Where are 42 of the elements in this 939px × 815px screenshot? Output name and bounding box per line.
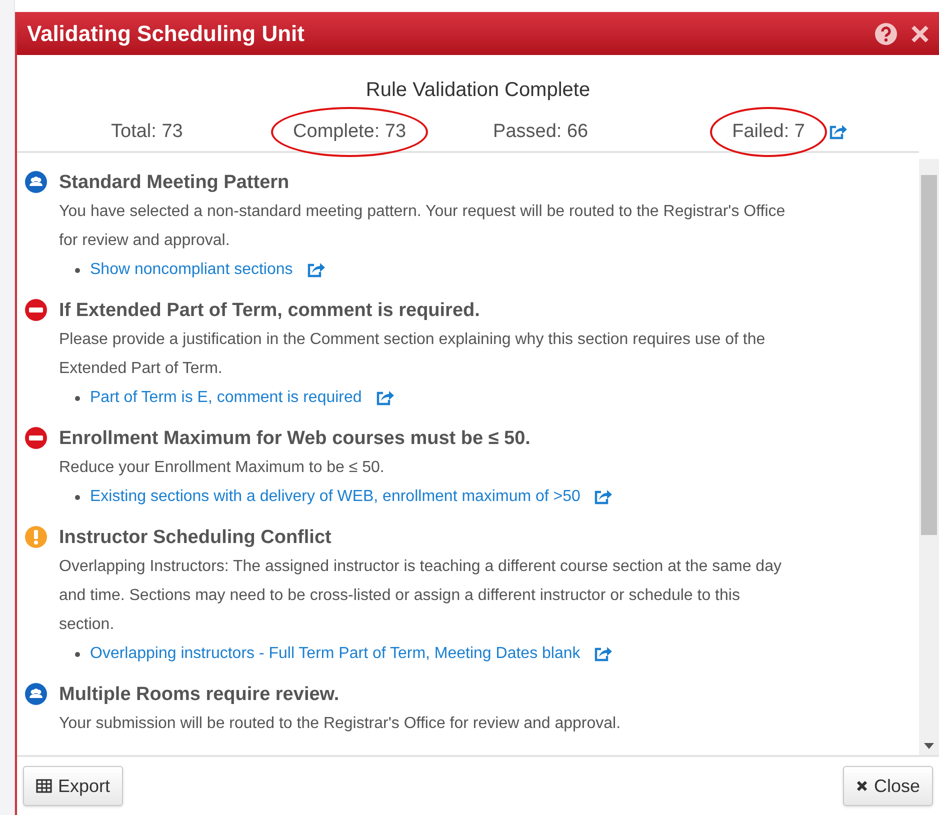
bullet [75, 268, 80, 272]
table-icon [36, 779, 52, 793]
external-link-icon[interactable] [594, 646, 612, 662]
stat-label: Failed: 7 [710, 106, 827, 158]
group-icon [25, 683, 47, 705]
bullet [75, 396, 80, 400]
scrollbar[interactable] [919, 159, 939, 755]
scroll-down-icon[interactable] [924, 743, 934, 749]
rule-link[interactable]: Part of Term is E, comment is required [90, 383, 362, 413]
stat-label: Total: 73 [110, 120, 184, 144]
export-button[interactable]: Export [23, 766, 124, 806]
window-title: Validating Scheduling Unit [27, 20, 306, 48]
rule-description: You have selected a non-standard meeting pattern. Your request will be routed to the Registrar's Office for review and approval. [59, 202, 786, 251]
help-icon[interactable] [875, 22, 897, 44]
export-link-icon[interactable] [828, 124, 847, 140]
exclamation-icon [25, 526, 47, 548]
bullet [75, 494, 80, 500]
external-link-icon[interactable] [594, 489, 612, 505]
bullet [75, 652, 80, 656]
no-entry-icon [25, 427, 47, 449]
rule-title: Standard Meeting Pattern [59, 171, 290, 195]
rule-link[interactable]: Existing sections with a delivery of WEB, enrollment maximum of >50 [90, 482, 580, 512]
close-button[interactable]: Close [842, 766, 933, 806]
rule-description: Please provide a justification in the Comment section explaining why this section requires use of the Extended Part of Term. [59, 330, 766, 379]
stat-label: Complete: 73 [271, 106, 428, 158]
rule-description: Overlapping Instructors: The assigned instructor is teaching a different course section at the same day and time. Sections may need to be cross-listed or assign a different instructor or schedule to this section. [59, 557, 782, 635]
no-entry-icon [25, 299, 47, 321]
close-icon [856, 780, 868, 792]
rule-link[interactable]: Show noncompliant sections [90, 255, 293, 285]
rule-title: Instructor Scheduling Conflict [59, 526, 332, 550]
external-link-icon[interactable] [306, 262, 325, 278]
rule-description: Reduce your Enrollment Maximum to be ≤ 50. [59, 458, 386, 478]
rule-title: If Extended Part of Term, comment is required. [59, 299, 481, 323]
stat-label: Passed: 66 [492, 120, 590, 144]
rule-link[interactable]: Overlapping instructors - Full Term Part of Term, Meeting Dates blank [90, 639, 580, 669]
rule-title: Multiple Rooms require review. [59, 683, 340, 707]
close-icon[interactable] [911, 24, 929, 42]
rule-title: Enrollment Maximum for Web courses must be ≤ 50. [59, 427, 532, 451]
dialog-heading: Rule Validation Complete [366, 78, 590, 103]
external-link-icon[interactable] [376, 390, 394, 406]
group-icon [25, 171, 47, 193]
rule-description: Your submission will be routed to the Registrar's Office for review and approval. [59, 714, 622, 734]
